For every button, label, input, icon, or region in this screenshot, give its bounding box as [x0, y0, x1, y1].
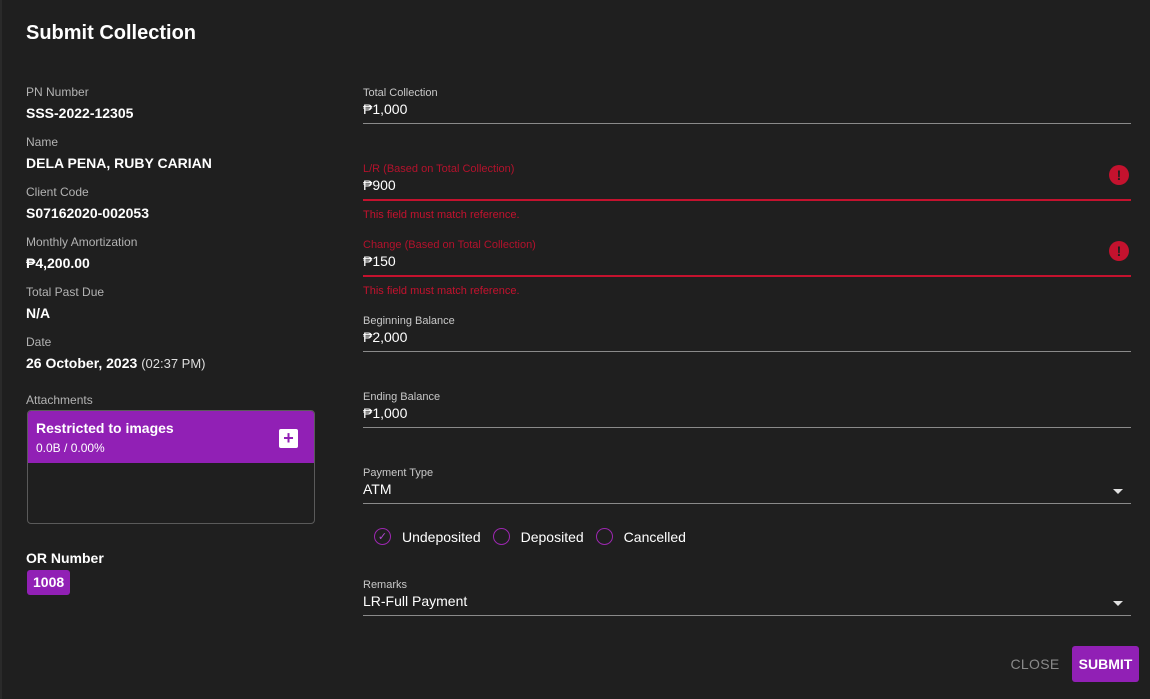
field-underline — [363, 275, 1131, 277]
dialog-title: Submit Collection — [26, 22, 196, 44]
or-number-label: OR Number — [26, 550, 104, 566]
lr-error-text: This field must match reference. — [363, 209, 520, 221]
radio-undeposited[interactable]: ✓ Undeposited — [374, 528, 481, 545]
attachments-restriction-text: Restricted to images — [36, 420, 174, 436]
lr-field[interactable]: L/R (Based on Total Collection) ₱900 Thi… — [363, 163, 1131, 221]
submit-collection-dialog: Submit Collection PN Number SSS-2022-123… — [0, 0, 1150, 699]
change-label: Change (Based on Total Collection) — [363, 239, 536, 251]
field-underline — [363, 123, 1131, 124]
radio-label: Deposited — [520, 528, 584, 545]
total-collection-label: Total Collection — [363, 87, 438, 99]
radio-deposited[interactable]: Deposited — [492, 528, 584, 545]
client-code-label: Client Code — [26, 185, 89, 199]
attachments-label: Attachments — [26, 393, 93, 407]
name-label: Name — [26, 135, 59, 149]
radio-circle-icon[interactable] — [595, 528, 613, 545]
beginning-balance-value[interactable]: ₱2,000 — [363, 329, 1131, 345]
pn-number-value: SSS-2022-12305 — [26, 105, 134, 121]
field-underline — [363, 427, 1131, 428]
field-underline — [363, 503, 1131, 504]
radio-label: Undeposited — [402, 528, 481, 545]
date-text: 26 October, 2023 — [26, 355, 138, 371]
check-icon[interactable]: ✓ — [374, 528, 391, 545]
plus-icon[interactable]: + — [279, 429, 298, 448]
submit-button[interactable]: SUBMIT — [1072, 646, 1139, 682]
lr-value[interactable]: ₱900 — [363, 177, 1131, 193]
ending-balance-field[interactable]: Ending Balance ₱1,000 — [363, 391, 1131, 428]
payment-type-label: Payment Type — [363, 467, 434, 479]
monthly-amortization-value: ₱4,200.00 — [26, 255, 90, 271]
radio-circle-icon[interactable] — [492, 528, 510, 545]
field-underline — [363, 351, 1131, 352]
close-button[interactable]: CLOSE — [1006, 647, 1064, 681]
ending-balance-value[interactable]: ₱1,000 — [363, 405, 1131, 421]
beginning-balance-field[interactable]: Beginning Balance ₱2,000 — [363, 315, 1131, 352]
change-error-text: This field must match reference. — [363, 285, 520, 297]
date-value: 26 October, 2023 (02:37 PM) — [26, 355, 326, 372]
ending-balance-label: Ending Balance — [363, 391, 441, 403]
beginning-balance-label: Beginning Balance — [363, 315, 455, 327]
total-past-due-value: N/A — [26, 305, 51, 321]
client-code-group: Client Code S07162020-002053 — [26, 185, 326, 221]
pn-number-group: PN Number SSS-2022-12305 — [26, 85, 326, 121]
status-radio-group: ✓ Undeposited Deposited Cancelled — [374, 528, 698, 545]
date-group: Date 26 October, 2023 (02:37 PM) — [26, 335, 326, 372]
monthly-amortization-label: Monthly Amortization — [26, 235, 138, 249]
total-past-due-label: Total Past Due — [26, 285, 105, 299]
payment-type-value[interactable]: ATM — [363, 481, 1131, 497]
client-code-value: S07162020-002053 — [26, 205, 150, 221]
name-value: DELA PENA, RUBY CARIAN — [26, 155, 212, 171]
field-underline — [363, 199, 1131, 201]
change-value[interactable]: ₱150 — [363, 253, 1131, 269]
change-field[interactable]: Change (Based on Total Collection) ₱150 … — [363, 239, 1131, 297]
total-collection-value[interactable]: ₱1,000 — [363, 101, 1131, 117]
or-number-chip: 1008 — [27, 570, 71, 595]
remarks-label: Remarks — [363, 579, 408, 591]
radio-cancelled[interactable]: Cancelled — [595, 528, 686, 545]
total-past-due-group: Total Past Due N/A — [26, 285, 326, 321]
date-label: Date — [26, 335, 52, 349]
field-underline — [363, 615, 1131, 616]
error-icon: ! — [1109, 165, 1129, 185]
pn-number-label: PN Number — [26, 85, 89, 99]
error-icon: ! — [1109, 241, 1129, 261]
radio-label: Cancelled — [623, 528, 686, 545]
payment-type-select[interactable]: Payment Type ATM — [363, 467, 1131, 504]
attachments-usage-text: 0.0B / 0.00% — [36, 441, 105, 455]
total-collection-field[interactable]: Total Collection ₱1,000 — [363, 87, 1131, 124]
time-text: (02:37 PM) — [141, 356, 206, 371]
attachments-header: Restricted to images 0.0B / 0.00% + — [28, 411, 314, 463]
remarks-select[interactable]: Remarks LR-Full Payment — [363, 579, 1131, 616]
chevron-down-icon[interactable] — [1113, 489, 1123, 494]
monthly-amortization-group: Monthly Amortization ₱4,200.00 — [26, 235, 326, 271]
chevron-down-icon[interactable] — [1113, 601, 1123, 606]
attachments-dropzone[interactable]: Restricted to images 0.0B / 0.00% + — [27, 410, 315, 524]
lr-label: L/R (Based on Total Collection) — [363, 163, 515, 175]
name-group: Name DELA PENA, RUBY CARIAN — [26, 135, 326, 171]
remarks-value[interactable]: LR-Full Payment — [363, 593, 1131, 609]
